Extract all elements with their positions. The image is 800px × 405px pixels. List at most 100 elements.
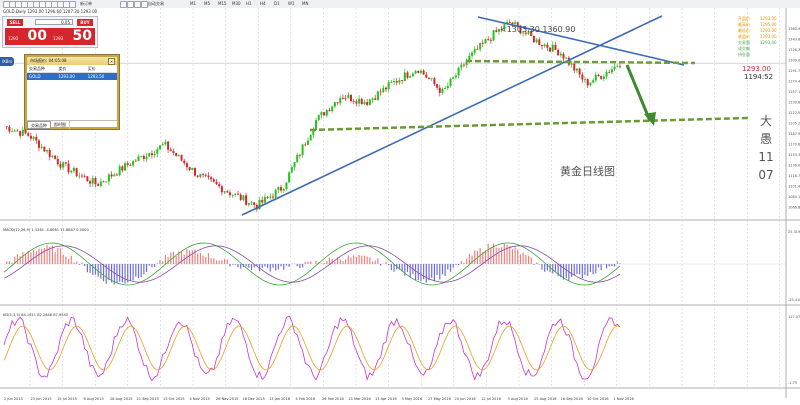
info-value: 1295.00 bbox=[760, 22, 777, 27]
date-label: 20 Jun 2016 bbox=[455, 397, 476, 401]
buy-button[interactable]: BUY bbox=[77, 19, 93, 26]
candle-body bbox=[610, 69, 613, 73]
candle-body bbox=[449, 78, 452, 86]
timeframe-h4[interactable]: H4 bbox=[260, 1, 266, 7]
candle-body bbox=[56, 158, 59, 165]
candle-body bbox=[81, 175, 84, 177]
candle-body bbox=[532, 35, 535, 43]
col-ask[interactable]: 买价 bbox=[88, 65, 117, 72]
candle-body bbox=[134, 160, 137, 162]
price-chart[interactable]: 1360.90 1343.60 1326.30 1309.00 1291.70 1274.… bbox=[0, 8, 800, 405]
buy-price-box[interactable]: 1293 50 bbox=[50, 28, 95, 45]
close-icon[interactable]: × bbox=[108, 58, 115, 65]
timeframe-d1[interactable]: D1 bbox=[274, 1, 280, 7]
candle-body bbox=[471, 52, 474, 56]
candle-body bbox=[306, 140, 309, 145]
candle-body bbox=[296, 154, 299, 163]
candle-body bbox=[436, 84, 439, 88]
candle-body bbox=[293, 162, 296, 168]
market-watch-body bbox=[27, 80, 117, 120]
date-label: 5 May 2016 bbox=[402, 397, 423, 401]
col-symbol[interactable]: 交易品种 bbox=[29, 65, 58, 72]
price-tick-label: 1170.60 bbox=[788, 143, 800, 147]
candle-body bbox=[67, 163, 70, 173]
peak-annotation: <1303.30 1360.90 bbox=[500, 25, 576, 34]
candle-body bbox=[202, 174, 205, 176]
candle-body bbox=[304, 144, 307, 146]
price-tick-label: 1187.90 bbox=[788, 132, 800, 136]
candle-body bbox=[83, 175, 86, 177]
candle-body bbox=[277, 187, 280, 190]
candle-body bbox=[495, 30, 498, 32]
candle-body bbox=[269, 196, 272, 198]
candle-body bbox=[140, 155, 143, 157]
buy-price-prefix: 1293 bbox=[53, 36, 64, 41]
candle-body bbox=[223, 191, 226, 193]
candle-body bbox=[105, 181, 108, 183]
candle-body bbox=[438, 87, 441, 93]
market-watch-header: 交易品种 卖价 买价 bbox=[27, 65, 117, 73]
market-watch-title-bar[interactable]: 市场报价: 04:05:08 × bbox=[27, 57, 117, 65]
date-label: 13 Apr 2016 bbox=[375, 397, 397, 401]
candle-body bbox=[89, 181, 92, 184]
candle-body bbox=[245, 195, 248, 205]
candle-body bbox=[59, 164, 62, 168]
candle-body bbox=[489, 39, 492, 41]
lot-size-input[interactable]: 0.05 bbox=[35, 19, 73, 25]
candle-body bbox=[414, 70, 417, 74]
tab-symbols[interactable]: 交易品种 bbox=[27, 121, 51, 129]
candle-body bbox=[177, 154, 180, 156]
candle-body bbox=[115, 174, 118, 176]
row-ask: 1293.50 bbox=[87, 74, 105, 79]
table-row[interactable]: GOLD 1293.00 1293.50 bbox=[27, 73, 117, 80]
timeframe-w1[interactable]: W1 bbox=[288, 1, 295, 7]
candle-body bbox=[433, 78, 436, 85]
candle-body bbox=[344, 98, 347, 100]
timeframe-h1[interactable]: H1 bbox=[246, 1, 252, 7]
auto-trading-button[interactable]: 自动交易 bbox=[148, 1, 164, 7]
candle-body bbox=[285, 182, 288, 190]
toolbar-icon[interactable] bbox=[134, 1, 141, 8]
timeframe-m30[interactable]: M30 bbox=[232, 1, 241, 7]
side-tag[interactable]: IXBrs bbox=[0, 57, 14, 66]
toolbar-icon[interactable] bbox=[127, 1, 134, 8]
col-bid[interactable]: 卖价 bbox=[58, 65, 87, 72]
price-tick-label: 1360.90 bbox=[788, 27, 800, 31]
info-value: 1293.00 bbox=[760, 34, 777, 39]
candle-body bbox=[363, 101, 366, 105]
candle-body bbox=[13, 130, 16, 132]
candle-body bbox=[91, 178, 94, 184]
tab-tick-chart[interactable]: 即时图 bbox=[51, 121, 70, 129]
date-label: 10 Oct 2016 bbox=[587, 397, 609, 401]
candle-body bbox=[242, 195, 245, 200]
candle-body bbox=[317, 114, 320, 121]
price-tick-label: 1118.70 bbox=[788, 174, 800, 178]
price-tick-label: 1257.10 bbox=[788, 90, 800, 94]
sell-button[interactable]: SELL bbox=[7, 19, 23, 26]
toolbar-icon[interactable] bbox=[69, 1, 76, 8]
candle-body bbox=[175, 152, 178, 156]
timeframe-m15[interactable]: M15 bbox=[218, 1, 227, 7]
date-label: 4 Feb 2016 bbox=[296, 397, 316, 401]
macd-scale-top: 25.3196 bbox=[788, 230, 800, 234]
candle-body bbox=[422, 70, 425, 75]
signature-char-1: 大 bbox=[759, 114, 772, 128]
candle-body bbox=[94, 178, 97, 185]
timeframe-m1[interactable]: M1 bbox=[190, 1, 196, 7]
candle-body bbox=[231, 194, 234, 196]
candle-body bbox=[145, 156, 148, 159]
new-order-button[interactable]: 新订单 bbox=[80, 1, 92, 7]
toolbar-icon[interactable] bbox=[141, 1, 148, 8]
candle-body bbox=[16, 130, 19, 132]
candle-body bbox=[228, 192, 231, 196]
toolbar-icon[interactable] bbox=[120, 1, 127, 8]
sell-price-box[interactable]: 1293 00 bbox=[5, 28, 50, 45]
macd-scale-bottom: -25.4186 bbox=[788, 298, 800, 302]
candle-body bbox=[43, 146, 46, 152]
timeframe-mn[interactable]: MN bbox=[302, 1, 308, 7]
candle-body bbox=[29, 135, 32, 139]
candle-body bbox=[148, 153, 151, 157]
candle-body bbox=[341, 98, 344, 99]
candle-body bbox=[336, 102, 339, 104]
timeframe-m5[interactable]: M5 bbox=[204, 1, 210, 7]
